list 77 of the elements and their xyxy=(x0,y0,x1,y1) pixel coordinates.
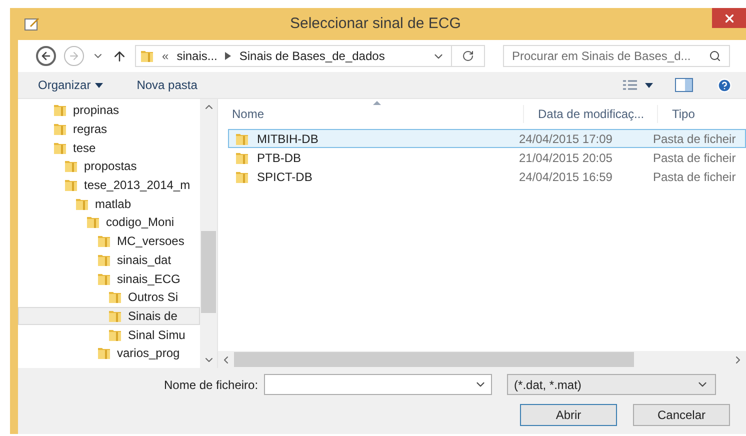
tree-item[interactable]: tese_2013_2014_m xyxy=(18,176,200,194)
folder-icon xyxy=(108,308,122,323)
file-name: SPICT-DB xyxy=(257,168,312,186)
type-cell-text: Pasta de ficheir xyxy=(653,130,736,148)
tree-item[interactable]: MC_versoes xyxy=(18,232,200,250)
open-button[interactable]: Abrir xyxy=(520,404,617,426)
file-name: MITBIH-DB xyxy=(257,130,318,148)
sort-arrow-icon xyxy=(373,101,381,105)
breadcrumb[interactable]: Sinais de Bases_de_dados xyxy=(239,47,385,65)
overflow-marker[interactable]: « xyxy=(162,47,169,65)
close-button[interactable] xyxy=(712,8,746,28)
folder-icon xyxy=(108,328,122,342)
tree-item[interactable]: Outros Si xyxy=(18,288,200,307)
column-header[interactable]: Data de modificaç... xyxy=(523,105,657,123)
new-folder-button[interactable]: Nova pasta xyxy=(136,76,198,94)
folder-icon xyxy=(97,252,111,267)
file-row[interactable]: SPICT-DB 24/04/2015 16:59 Pasta de ficheir xyxy=(228,167,746,186)
breadcrumb-arrow-icon xyxy=(225,52,232,60)
tree-item[interactable]: Sinal Simu xyxy=(18,325,200,344)
folder-icon xyxy=(53,103,67,118)
vertical-scrollbar[interactable] xyxy=(200,99,217,368)
file-name-label: Nome de ficheiro: xyxy=(164,376,258,394)
horizontal-scrollbar[interactable] xyxy=(218,351,746,368)
type-cell-text: Pasta de ficheir xyxy=(653,168,736,186)
help-icon[interactable] xyxy=(717,78,732,92)
tree-item[interactable]: propostas xyxy=(18,157,200,176)
date-cell-text: 21/04/2015 20:05 xyxy=(519,150,614,166)
tree-item[interactable]: varios_prog xyxy=(18,344,200,363)
search-field[interactable]: Procurar em Sinais de Bases_d... xyxy=(503,45,730,67)
window-title: Seleccionar sinal de ECG xyxy=(290,14,461,34)
right-arrow-icon xyxy=(68,50,80,62)
folder-icon xyxy=(97,234,111,248)
folder-icon xyxy=(108,290,122,304)
folder-icon xyxy=(53,122,67,136)
file-name: PTB-DB xyxy=(257,150,302,166)
preview-pane-icon[interactable] xyxy=(675,78,693,92)
date-cell-text: 24/04/2015 17:09 xyxy=(519,130,614,148)
file-row[interactable]: PTB-DB 21/04/2015 20:05 Pasta de ficheir xyxy=(228,148,746,167)
folder-icon xyxy=(97,272,111,286)
column-header[interactable]: Tipo xyxy=(657,105,746,123)
tree-item[interactable]: codigo_Moni xyxy=(18,213,200,232)
refresh-icon[interactable] xyxy=(462,50,474,62)
breadcrumb[interactable]: sinais... xyxy=(176,47,218,65)
folder-icon xyxy=(64,178,78,192)
tree-item[interactable]: tese xyxy=(18,138,200,158)
caret-icon[interactable] xyxy=(645,82,653,88)
folder-icon xyxy=(235,150,249,164)
folder-icon xyxy=(97,346,111,360)
file-row[interactable]: MITBIH-DB 24/04/2015 17:09 Pasta de ficheir xyxy=(228,129,746,148)
address-bar[interactable]: « sinais... Sinais de Bases_de_dados xyxy=(135,45,485,67)
cancel-button[interactable]: Cancelar xyxy=(633,404,730,426)
organize-menu[interactable]: Organizar xyxy=(38,76,103,94)
notepad-icon xyxy=(24,17,40,31)
tree-item[interactable]: matlab xyxy=(18,194,200,214)
tree-item[interactable]: sinais_ECG xyxy=(18,269,200,288)
type-cell-text: Pasta de ficheir xyxy=(653,150,736,166)
left-arrow-icon xyxy=(40,50,52,62)
date-cell-text: 24/04/2015 16:59 xyxy=(519,168,614,186)
folder-icon xyxy=(75,196,89,211)
column-header[interactable]: Nome xyxy=(218,105,523,123)
folder-icon xyxy=(53,140,67,155)
view-list-icon[interactable] xyxy=(623,80,637,90)
tree-item[interactable]: propinas xyxy=(18,101,200,120)
folder-icon xyxy=(86,215,100,230)
folder-icon xyxy=(235,132,249,146)
close-icon xyxy=(722,12,736,24)
folder-icon xyxy=(64,159,78,174)
folder-icon xyxy=(235,170,249,184)
file-name-field[interactable] xyxy=(264,374,492,395)
file-type-dropdown[interactable]: (*.dat, *.mat) xyxy=(507,374,716,395)
tree-item[interactable]: Sinais de xyxy=(18,306,200,326)
caret-icon xyxy=(94,82,103,88)
search-icon xyxy=(709,50,721,62)
folder-icon xyxy=(140,49,154,63)
tree-item[interactable]: regras xyxy=(18,120,200,138)
tree-item[interactable]: sinais_dat xyxy=(18,250,200,270)
back-button[interactable] xyxy=(36,46,56,66)
